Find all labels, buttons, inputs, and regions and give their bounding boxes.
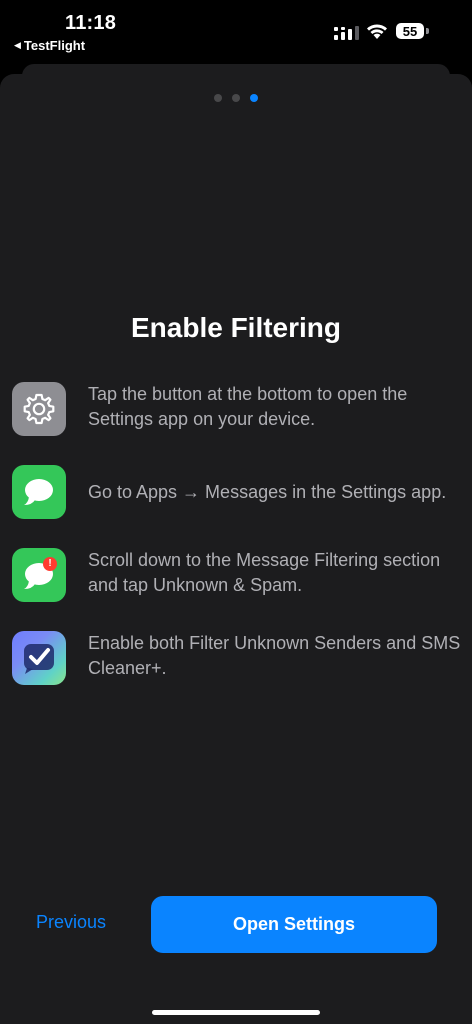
messages-icon	[12, 465, 66, 519]
status-bar: 11:18 ◀ TestFlight 55	[0, 0, 472, 60]
page-title: Enable Filtering	[130, 312, 342, 343]
previous-button[interactable]: Previous	[36, 912, 106, 933]
wifi-icon	[367, 24, 387, 39]
home-indicator[interactable]	[152, 1010, 320, 1015]
step-item-go-to-messages: Go to Apps → Messages in the Settings ap…	[12, 465, 462, 519]
page-dot-3[interactable]	[250, 94, 258, 102]
back-arrow-icon: ◀	[14, 40, 21, 50]
notification-badge: !	[43, 557, 57, 571]
page-dot-2[interactable]	[232, 94, 240, 102]
back-to-app-link[interactable]: ◀ TestFlight	[14, 38, 85, 53]
open-settings-button[interactable]: Open Settings	[151, 896, 437, 953]
step-item-message-filtering: ! Scroll down to the Message Filtering s…	[12, 548, 462, 602]
step-text: Enable both Filter Unknown Senders and S…	[88, 633, 461, 678]
step-text: Tap the button at the bottom to open the…	[88, 384, 408, 429]
step-text: Go to Apps → Messages in the Settings ap…	[88, 482, 447, 502]
back-app-label: TestFlight	[23, 38, 86, 53]
messages-badge-icon: !	[12, 548, 66, 602]
battery-level: 55	[402, 23, 418, 39]
step-item-enable-filters: Enable both Filter Unknown Senders and S…	[12, 631, 462, 685]
cellular-signal-icon	[334, 26, 359, 40]
page-indicator	[214, 94, 258, 102]
page-dot-1[interactable]	[214, 94, 222, 102]
step-item-open-settings: Tap the button at the bottom to open the…	[12, 382, 462, 436]
step-text: Scroll down to the Message Filtering sec…	[88, 550, 441, 595]
battery-tip	[426, 28, 429, 34]
sms-cleaner-icon	[12, 631, 66, 685]
status-time: 11:18	[65, 12, 117, 34]
settings-gear-icon	[12, 382, 66, 436]
battery-icon: 55	[396, 23, 424, 39]
